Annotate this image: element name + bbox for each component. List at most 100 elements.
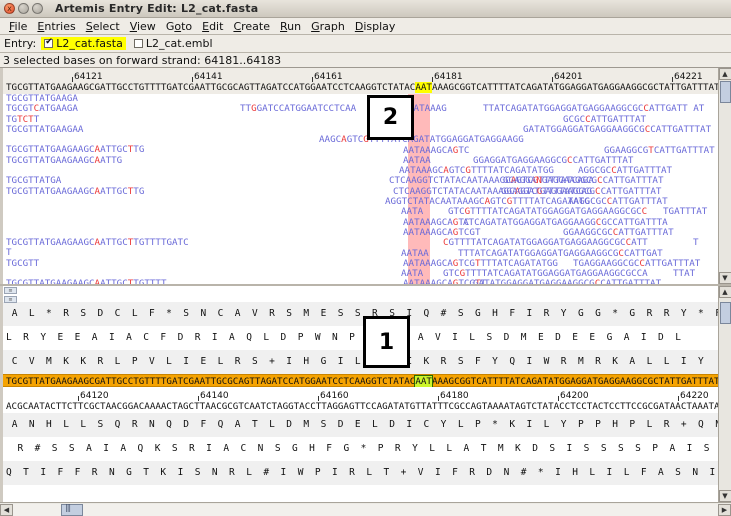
read-fragment[interactable]: T (693, 237, 699, 248)
minimize-icon[interactable] (18, 3, 29, 14)
ruler-tick-label: 64141 (194, 72, 223, 82)
ruler-tick-label: 64120 (80, 391, 109, 401)
ruler-tick-label: 64200 (560, 391, 589, 401)
ruler-tick-label: 64220 (680, 391, 709, 401)
ruler-tick-label: 64201 (554, 72, 583, 82)
menu-create[interactable]: Create (228, 19, 275, 34)
ref-fwd-left: TGCGTTATGAAGAAGCGATTGCCTGTTTTGATCGAATTGC… (6, 82, 416, 93)
ruler-tick-label: 64160 (320, 391, 349, 401)
menu-run[interactable]: Run (275, 19, 306, 34)
ruler-tick-mark (678, 396, 679, 401)
translation-frame-4: A N H L L S Q R N Q D F Q A T L D M S D … (3, 413, 721, 437)
feature-right: AAAGCGGTCATTTTATCAGATATGGAGGATGAGGAAGGCG… (431, 376, 720, 387)
ruler-top: 64121 64141 64161 64181 64201 64221 (3, 68, 718, 82)
feature-left: TGCGTTATGAAGAAGCGATTGCCTGTTTTGATCGAATTGC… (6, 376, 416, 387)
ruler-bottom: 64120 64140 64160 64180 64200 64220 (3, 387, 718, 401)
vscroll-thumb-bottom[interactable] (719, 302, 731, 324)
alignment-panel: 64121 64141 64161 64181 64201 64221 TGCGTTATG… (0, 68, 731, 286)
reference-reverse-strand: ACGCAATACTTCTTCGCTAACGGACAAAACTAGCTTAACG… (3, 401, 720, 413)
entry-label: Entry: (4, 37, 37, 50)
menu-display[interactable]: Display (350, 19, 401, 34)
scroll-right-icon[interactable]: ▶ (718, 503, 731, 516)
ruler-tick-label: 64180 (440, 391, 469, 401)
maximize-icon[interactable] (32, 3, 43, 14)
ruler-tick-label: 64121 (74, 72, 103, 82)
translation-frame-6: Q T I F F R N G T K I S N R L # I W P I … (3, 461, 731, 485)
menu-select[interactable]: Select (81, 19, 125, 34)
menu-file[interactable]: FFileile (4, 19, 32, 34)
ruler-tick-label: 64161 (314, 72, 343, 82)
ref-fwd-right: AAAGCGGTCATTTTATCAGATATGGAGGATGAGGAAGGCG… (431, 82, 720, 93)
read-fragment[interactable]: TTAT (673, 268, 695, 279)
read-fragment[interactable]: TGATTTAT (663, 206, 707, 217)
translation-frame-3: C V M K K R L P V L I E L R S + I H G I … (3, 350, 718, 374)
ruler-tick-mark (72, 77, 73, 82)
vscroll-thumb-top[interactable] (719, 81, 731, 103)
scroll-left-icon[interactable]: ◀ (0, 503, 13, 516)
window-controls: x (4, 3, 43, 14)
ruler-tick-mark (438, 396, 439, 401)
title-bar: x Artemis Entry Edit: L2_cat.fasta (0, 0, 731, 18)
ruler-tick-label: 64140 (200, 391, 229, 401)
ruler-tick-mark (552, 77, 553, 82)
menu-bar: FFileile Entries Select View Goto Edit C… (0, 18, 731, 35)
scroll-up-icon-bottom[interactable]: ▲ (718, 286, 731, 298)
feature-sequence-bar[interactable]: TGCGTTATGAAGAAGCGATTGCCTGTTTTGATCGAATTGC… (3, 374, 720, 388)
ruler-tick-mark (312, 77, 313, 82)
horizontal-scrollbar[interactable]: ◀ ▶ (0, 502, 731, 516)
read-fragment[interactable]: GATATGGAGGATGAGGAAGGCGCCATTGATTTAT (473, 279, 661, 284)
translation-frame-2: L R Y E E A I A C F D R I A Q L D P W N … (3, 326, 718, 350)
checkbox-icon-embl[interactable] (133, 39, 143, 48)
callout-badge-1: 1 (363, 316, 410, 368)
ruler-tick-mark (558, 396, 559, 401)
entry-item-fasta[interactable]: L2_cat.fasta (41, 37, 126, 50)
read-stack[interactable]: TGCGTTATGAAGA TGCGTCATGAAGA TGTCTT TGCGTTAT… (3, 94, 718, 284)
ruler-tick-label: 64181 (434, 72, 463, 82)
reference-forward-strand: TGCGTTATGAAGAAGCGATTGCCTGTTTTGATCGAATTGC… (3, 82, 720, 94)
menu-entries[interactable]: Entries (32, 19, 80, 34)
window-title: Artemis Entry Edit: L2_cat.fasta (55, 2, 259, 15)
checkbox-icon-fasta[interactable] (44, 37, 54, 48)
menu-graph[interactable]: Graph (306, 19, 350, 34)
menu-goto[interactable]: Goto (161, 19, 197, 34)
frame-mark-2: ≡ (4, 296, 17, 303)
frame2-post: K A V I L S D M E D E E G A I D L (389, 332, 681, 343)
close-icon[interactable]: x (4, 3, 15, 14)
vscroll-track-bottom[interactable] (718, 298, 731, 490)
alignment-vertical-scrollbar[interactable]: ▲ ▼ (718, 68, 731, 284)
frame-mark-1: ≡ (4, 287, 17, 294)
callout-badge-2: 2 (367, 95, 414, 140)
read-fragment[interactable]: CGTTTTATCAGATATGGAGGATGAGGAAGGCGCCATT (443, 237, 648, 248)
scroll-down-icon-bottom[interactable]: ▼ (718, 490, 731, 502)
hscroll-track[interactable] (13, 503, 718, 516)
entry-item-embl[interactable]: L2_cat.embl (131, 37, 216, 50)
entry-bar: Entry: L2_cat.fasta L2_cat.embl (0, 35, 731, 53)
scroll-up-icon[interactable]: ▲ (718, 68, 731, 80)
ruler-tick-mark (192, 77, 193, 82)
entry-name-fasta: L2_cat.fasta (56, 37, 123, 50)
artemis-window: x Artemis Entry Edit: L2_cat.fasta FFile… (0, 0, 731, 516)
ruler-tick-mark (432, 77, 433, 82)
read-fragment[interactable]: TTGGATCCATGGAATCCTCAA (240, 103, 356, 114)
read-fragment[interactable]: AAGCAGTCGTTTTATCAGATATGGAGGATGAGGAAGG (319, 134, 524, 145)
ref-fwd-selected: AAT (415, 82, 432, 93)
vscroll-track-top[interactable] (718, 80, 731, 272)
menu-view[interactable]: View (125, 19, 161, 34)
ruler-tick-mark (78, 396, 79, 401)
hscroll-thumb[interactable] (61, 503, 83, 516)
translation-vertical-scrollbar[interactable]: ▲ ▼ (718, 286, 731, 502)
menu-edit[interactable]: Edit (197, 19, 228, 34)
read-fragment[interactable]: GATATGGAGGATGAGGAAGGCGCCATTGATTTAT (523, 124, 711, 135)
status-bar: 3 selected bases on forward strand: 6418… (0, 53, 731, 68)
frame2-pre: L R Y E E A I A C F D R I A Q L D P W N … (6, 332, 384, 343)
entry-name-embl: L2_cat.embl (145, 37, 213, 50)
ruler-tick-mark (318, 396, 319, 401)
ruler-tick-label: 64221 (674, 72, 703, 82)
ruler-tick-mark (672, 77, 673, 82)
scroll-down-icon[interactable]: ▼ (718, 272, 731, 284)
close-glyph: x (7, 4, 12, 13)
feature-selected-codon: AAT (414, 375, 433, 388)
translation-frame-1: A L * R S D C L F * S N C A V R S M E S … (3, 302, 721, 326)
ruler-tick-mark (198, 396, 199, 401)
frame-marks: ≡ ≡ (4, 287, 17, 305)
